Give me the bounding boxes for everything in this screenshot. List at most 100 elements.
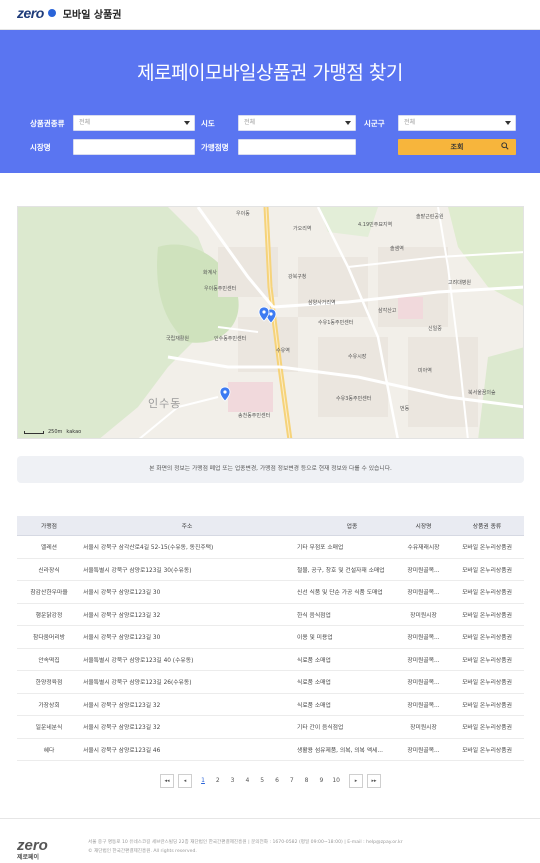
page-number-2[interactable]: 2: [212, 774, 224, 788]
map-label: 신일중: [428, 326, 442, 332]
footer-copyright: © 재단법인 한국간편결제진흥원. All rights reserved.: [88, 849, 197, 854]
logo-dot-icon: [47, 9, 56, 17]
page-number-8[interactable]: 8: [301, 774, 313, 788]
footer-logo[interactable]: zero 제로페이: [17, 835, 48, 861]
table-row[interactable]: 참감산한우마을 서울시 강북구 삼양로123길 30 신선 식품 및 단순 가공 식…: [17, 581, 524, 604]
page-number-5[interactable]: 5: [256, 774, 268, 788]
last-page-button[interactable]: ▸▸: [367, 774, 381, 788]
logo-mark: zero: [17, 5, 44, 21]
map-label: 수유1동주민센터: [318, 320, 354, 326]
map-label: 솔밭근린공원: [416, 214, 444, 220]
map-label: 번동: [400, 406, 410, 412]
business-type-cell: 한식 음식점업: [297, 612, 331, 619]
address-cell: 서울특별시 강북구 삼양로123길 30(수유동): [83, 567, 192, 574]
table-row[interactable]: 가장상회 서울시 강북구 삼양로123길 32 식료품 소매업 장미원골목... 모바일…: [17, 694, 524, 716]
search-icon: [501, 142, 509, 150]
store-name-cell: 신라장식: [38, 567, 60, 574]
map-label: 고려대병원: [448, 280, 472, 286]
table-header: 가맹점 주소 업종 시장명 상품권 종류: [17, 516, 524, 536]
map-label: 북서울꿈의숲: [468, 390, 496, 396]
column-header-voucher-type: 상품권 종류: [472, 524, 502, 530]
address-cell: 서울시 강북구 삼양로123길 30: [83, 635, 161, 642]
store-name-cell: 가장상회: [38, 702, 60, 709]
page-number-9[interactable]: 9: [315, 774, 327, 788]
address-cell: 서울시 강북구 삼양로123길 32: [83, 725, 161, 732]
store-map[interactable]: 인수동 우이동 가오리역 4.19민주묘지역 솔밭근린공원 솔샘역 우이동주민센…: [17, 206, 524, 439]
map-label: 가오리역: [293, 226, 312, 232]
address-cell: 서울시 강북구 삼양로123길 30: [83, 590, 161, 597]
map-label: 솔샘역: [390, 246, 404, 252]
store-table: 가맹점 주소 업종 시장명 상품권 종류 엘레션 서울시 강북구 삼각산로4길 5…: [17, 516, 524, 761]
page-number-7[interactable]: 7: [286, 774, 298, 788]
column-header-address: 주소: [181, 524, 193, 530]
store-name-cell: 한양정육점: [35, 680, 63, 687]
map-label: 수유역: [276, 348, 290, 354]
store-input[interactable]: [238, 139, 356, 155]
map-district-label: 인수동: [148, 397, 182, 410]
logo[interactable]: zero 모바일 상품권: [17, 5, 121, 21]
page-number-6[interactable]: 6: [271, 774, 283, 788]
scale-bar: [24, 430, 44, 434]
table-row[interactable]: 혜다 서울시 강북구 삼양로123길 46 생활용 섬유제품, 의복, 의복 액세.…: [17, 739, 524, 761]
address-cell: 서울시 강북구 삼양로123길 32: [83, 612, 161, 619]
market-cell: 장미원골목...: [407, 567, 440, 574]
table-row[interactable]: 엘레션 서울시 강북구 삼각산로4길 52-15(수유동, 동진주택) 기타 무점포…: [17, 536, 524, 559]
market-cell: 장미원골목...: [407, 657, 440, 664]
search-button[interactable]: 조회: [398, 139, 516, 155]
store-name-cell: 참다움머리방: [33, 635, 65, 642]
logo-text: 모바일 상품권: [62, 9, 122, 21]
page-number-3[interactable]: 3: [227, 774, 239, 788]
map-label: 화계사: [203, 270, 217, 276]
scale-label: 250m: [48, 429, 63, 435]
chevron-down-icon: [184, 121, 190, 125]
chevron-down-icon: [345, 121, 351, 125]
voucher-type-cell: 모바일 온누리상품권: [462, 702, 512, 709]
map-label: 미아역: [418, 368, 432, 374]
prev-page-button[interactable]: ◂: [178, 774, 192, 788]
store-name-cell: 행운닭강정: [35, 612, 63, 619]
page-number-4[interactable]: 4: [241, 774, 253, 788]
market-cell: 장미원골목...: [407, 590, 440, 597]
sigungu-select[interactable]: 전체: [398, 115, 516, 131]
page-number-1[interactable]: 1: [197, 774, 209, 788]
table-row[interactable]: 참다움머리방 서울시 강북구 삼양로123길 30 이용 및 미용업 장미원골목...…: [17, 626, 524, 649]
column-header-business-type: 업종: [346, 524, 358, 530]
voucher-type-cell: 모바일 온누리상품권: [462, 680, 512, 687]
voucher-type-select[interactable]: 전체: [73, 115, 195, 131]
voucher-type-cell: 모바일 온누리상품권: [462, 567, 512, 574]
store-name-cell: 안속떡집: [38, 657, 60, 664]
top-bar: zero 모바일 상품권: [0, 0, 540, 30]
chevron-down-icon: [505, 121, 511, 125]
sido-label: 시도: [201, 119, 215, 128]
table-row[interactable]: 일운네분식 서울시 강북구 삼양로123길 32 기타 간이 음식점업 장미원시장 모바…: [17, 716, 524, 739]
voucher-type-cell: 모바일 온누리상품권: [462, 612, 512, 619]
sigungu-label: 시군구: [364, 119, 385, 128]
market-label: 시장명: [30, 143, 51, 152]
business-type-cell: 기타 간이 음식점업: [297, 725, 344, 732]
page-number-10[interactable]: 10: [330, 774, 342, 788]
market-cell: 장미원골목...: [407, 635, 440, 642]
address-cell: 서울시 강북구 삼각산로4길 52-15(수유동, 동진주택): [83, 545, 214, 552]
market-input[interactable]: [73, 139, 195, 155]
table-row[interactable]: 행운닭강정 서울시 강북구 삼양로123길 32 한식 음식점업 장미원시장 모바일 온…: [17, 604, 524, 626]
page-title: 제로페이모바일상품권 가맹점 찾기: [137, 62, 403, 84]
sigungu-value: 전체: [404, 119, 416, 126]
map-label: 4.19민주묘지역: [358, 222, 393, 228]
next-page-button[interactable]: ▸: [349, 774, 363, 788]
footer-info: 서울 중구 명동로 10 유네스코길 세브란스빌딩 22층 재단법인 한국간편결…: [88, 838, 403, 856]
voucher-type-cell: 모바일 온누리상품권: [462, 725, 512, 732]
business-type-cell: 생활용 섬유제품, 의복, 의복 액세...: [297, 747, 383, 754]
first-page-button[interactable]: ◂◂: [160, 774, 174, 788]
map-label: 국립재활원: [166, 336, 190, 342]
address-cell: 서울특별시 강북구 삼양로123길 26(수유동): [83, 680, 192, 687]
footer-info-line: 서울 중구 명동로 10 유네스코길 세브란스빌딩 22층 재단법인 한국간편결…: [88, 840, 403, 845]
column-header-store: 가맹점: [41, 524, 57, 530]
map-scale: 250m kakao: [24, 429, 81, 435]
sido-select[interactable]: 전체: [238, 115, 356, 131]
table-row[interactable]: 한양정육점 서울특별시 강북구 삼양로123길 26(수유동) 식료품 소매업 장미원…: [17, 671, 524, 694]
table-row[interactable]: 안속떡집 서울특별시 강북구 삼양로123길 40 (수유동) 식료품 소매업 장미원…: [17, 649, 524, 671]
store-name-cell: 혜다: [43, 747, 55, 754]
market-cell: 장미원골목...: [407, 680, 440, 687]
table-row[interactable]: 신라장식 서울특별시 강북구 삼양로123길 30(수유동) 철물, 공구, 창호 …: [17, 559, 524, 581]
address-cell: 서울시 강북구 삼양로123길 32: [83, 702, 161, 709]
